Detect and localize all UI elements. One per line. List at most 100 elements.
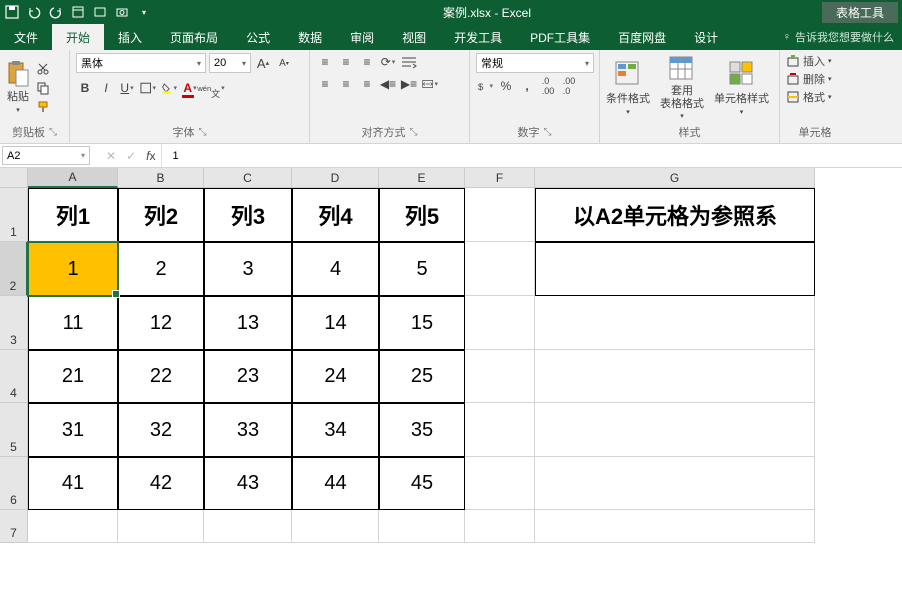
name-box[interactable]: A2▾ — [2, 146, 90, 165]
worksheet-grid[interactable]: ABCDEFG 1234567 列1列2列3列4列5以A2单元格为参照系1234… — [0, 168, 902, 607]
cell-D3[interactable]: 14 — [292, 296, 379, 350]
cell-E5[interactable]: 35 — [379, 403, 465, 457]
tab-插入[interactable]: 插入 — [104, 24, 156, 50]
decrease-decimal-icon[interactable]: .00.0 — [560, 77, 578, 95]
cell-B4[interactable]: 22 — [118, 350, 204, 403]
row-header-3[interactable]: 3 — [0, 296, 28, 350]
format-button[interactable]: 格式▾ — [786, 89, 832, 105]
cell-C4[interactable]: 23 — [204, 350, 292, 403]
cell-D7[interactable] — [292, 510, 379, 543]
dialog-launcher-icon[interactable]: ⤡ — [410, 127, 418, 138]
col-header-G[interactable]: G — [535, 168, 815, 188]
cell-F5[interactable] — [465, 403, 535, 457]
enter-icon[interactable]: ✓ — [126, 149, 136, 163]
border-icon[interactable] — [139, 79, 157, 97]
col-header-C[interactable]: C — [204, 168, 292, 188]
cell-G7[interactable] — [535, 510, 815, 543]
tab-数据[interactable]: 数据 — [284, 24, 336, 50]
increase-decimal-icon[interactable]: .0.00 — [539, 77, 557, 95]
wrap-text-icon[interactable] — [400, 53, 418, 71]
col-header-B[interactable]: B — [118, 168, 204, 188]
cell-A3[interactable]: 11 — [28, 296, 118, 350]
underline-icon[interactable]: U — [118, 79, 136, 97]
col-header-E[interactable]: E — [379, 168, 465, 188]
tab-百度网盘[interactable]: 百度网盘 — [604, 24, 680, 50]
cell-D4[interactable]: 24 — [292, 350, 379, 403]
cell-D1[interactable]: 列4 — [292, 188, 379, 242]
insert-button[interactable]: 插入▾ — [786, 53, 832, 69]
row-header-6[interactable]: 6 — [0, 457, 28, 510]
select-all-corner[interactable] — [0, 168, 28, 188]
cell-F2[interactable] — [465, 242, 535, 296]
tab-开始[interactable]: 开始 — [52, 24, 104, 50]
qat-icon[interactable] — [70, 4, 86, 20]
increase-font-icon[interactable]: A▴ — [254, 54, 272, 72]
cell-C3[interactable]: 13 — [204, 296, 292, 350]
cell-D5[interactable]: 34 — [292, 403, 379, 457]
align-bottom-icon[interactable]: ≡ — [358, 53, 376, 71]
row-header-5[interactable]: 5 — [0, 403, 28, 457]
cell-E1[interactable]: 列5 — [379, 188, 465, 242]
orientation-icon[interactable]: ⟳ — [379, 53, 397, 71]
cell-F4[interactable] — [465, 350, 535, 403]
cell-F3[interactable] — [465, 296, 535, 350]
cell-G2[interactable] — [535, 242, 815, 296]
cell-E7[interactable] — [379, 510, 465, 543]
col-header-A[interactable]: A — [28, 168, 118, 188]
row-header-1[interactable]: 1 — [0, 188, 28, 242]
cell-F7[interactable] — [465, 510, 535, 543]
redo-icon[interactable] — [48, 4, 64, 20]
fill-color-icon[interactable] — [160, 79, 178, 97]
align-top-icon[interactable]: ≡ — [316, 53, 334, 71]
tell-me[interactable]: ♀告诉我您想要做什么 — [775, 24, 902, 50]
increase-indent-icon[interactable]: ▶≡ — [400, 75, 418, 93]
format-table-button[interactable]: 套用 表格格式▾ — [660, 55, 704, 119]
cell-F1[interactable] — [465, 188, 535, 242]
undo-icon[interactable] — [26, 4, 42, 20]
cell-C7[interactable] — [204, 510, 292, 543]
cell-G1[interactable]: 以A2单元格为参照系 — [535, 188, 815, 242]
cancel-icon[interactable]: ✕ — [106, 149, 116, 163]
tab-设计[interactable]: 设计 — [680, 24, 732, 50]
fx-icon[interactable]: fx — [146, 149, 155, 163]
dialog-launcher-icon[interactable]: ⤡ — [544, 127, 552, 138]
cell-C2[interactable]: 3 — [204, 242, 292, 296]
cell-G6[interactable] — [535, 457, 815, 510]
cell-D6[interactable]: 44 — [292, 457, 379, 510]
font-size-combo[interactable]: 20▾ — [209, 53, 251, 73]
cell-F6[interactable] — [465, 457, 535, 510]
align-left-icon[interactable]: ≡ — [316, 75, 334, 93]
tab-开发工具[interactable]: 开发工具 — [440, 24, 516, 50]
cell-E3[interactable]: 15 — [379, 296, 465, 350]
cell-B7[interactable] — [118, 510, 204, 543]
formula-input[interactable]: 1 — [162, 150, 188, 162]
paste-button[interactable]: 粘贴 ▾ — [6, 62, 30, 114]
cell-A6[interactable]: 41 — [28, 457, 118, 510]
italic-icon[interactable]: I — [97, 79, 115, 97]
decrease-indent-icon[interactable]: ◀≡ — [379, 75, 397, 93]
copy-icon[interactable] — [34, 80, 52, 96]
col-header-D[interactable]: D — [292, 168, 379, 188]
cell-A4[interactable]: 21 — [28, 350, 118, 403]
tab-PDF工具集[interactable]: PDF工具集 — [516, 24, 604, 50]
align-center-icon[interactable]: ≡ — [337, 75, 355, 93]
cell-E6[interactable]: 45 — [379, 457, 465, 510]
cell-E4[interactable]: 25 — [379, 350, 465, 403]
cell-B1[interactable]: 列2 — [118, 188, 204, 242]
tab-页面布局[interactable]: 页面布局 — [156, 24, 232, 50]
row-header-2[interactable]: 2 — [0, 242, 28, 296]
align-right-icon[interactable]: ≡ — [358, 75, 376, 93]
number-format-combo[interactable]: 常规▾ — [476, 53, 594, 73]
save-icon[interactable] — [4, 4, 20, 20]
cell-styles-button[interactable]: 单元格样式▾ — [714, 60, 769, 116]
dialog-launcher-icon[interactable]: ⤡ — [199, 127, 207, 138]
cell-A5[interactable]: 31 — [28, 403, 118, 457]
cell-C5[interactable]: 33 — [204, 403, 292, 457]
cell-G5[interactable] — [535, 403, 815, 457]
cell-E2[interactable]: 5 — [379, 242, 465, 296]
row-header-4[interactable]: 4 — [0, 350, 28, 403]
row-header-7[interactable]: 7 — [0, 510, 28, 543]
cell-B5[interactable]: 32 — [118, 403, 204, 457]
format-painter-icon[interactable] — [34, 99, 52, 115]
cell-A7[interactable] — [28, 510, 118, 543]
